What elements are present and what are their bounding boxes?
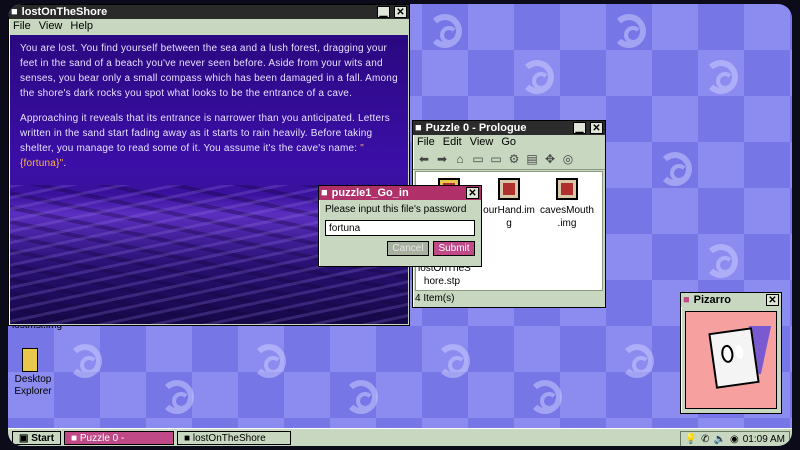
swirl-decoration (704, 244, 738, 278)
assistant-titlebar[interactable]: ■ Pizarro ✕ (681, 293, 781, 307)
close-button[interactable]: ✕ (466, 187, 479, 199)
menu-go[interactable]: Go (501, 136, 516, 148)
swirl-decoration (68, 344, 102, 378)
file-name: cavesMouth .img (540, 205, 594, 229)
properties-icon[interactable]: ▤ (525, 152, 539, 166)
story-window: ■ lostOnTheShore ▁ ✕ File View Help You … (8, 4, 410, 326)
folder-icon[interactable] (22, 348, 38, 372)
window-icon: ■ (415, 122, 422, 134)
file-item[interactable]: ourHand.im g (482, 178, 536, 230)
window-icon: ■ (11, 6, 18, 18)
window-icon: ■ (184, 433, 191, 444)
menu-file[interactable]: File (13, 20, 31, 32)
assistant-title: Pizarro (693, 294, 731, 306)
view-icon[interactable]: ✥ (543, 152, 557, 166)
image-file-icon (498, 178, 520, 200)
swirl-decoration (160, 380, 194, 414)
taskbar-item-puzzle[interactable]: ■ Puzzle 0 - Prologue (64, 431, 175, 445)
window-icon: ■ (683, 294, 690, 306)
settings-icon[interactable]: ⚙ (507, 152, 521, 166)
notepad-character (708, 327, 760, 389)
file-name: ourHand.im g (483, 205, 535, 229)
copy-icon[interactable]: ▭ (489, 152, 503, 166)
puzzle-titlebar[interactable]: ■ Puzzle 0 - Prologue ▁ ✕ (413, 121, 605, 135)
desktop-explorer-label[interactable]: Desktop Explorer (10, 374, 56, 398)
status-bar: 4 Item(s) (415, 293, 455, 304)
puzzle-title: Puzzle 0 - Prologue (425, 122, 527, 134)
minimize-button[interactable]: ▁ (377, 6, 390, 18)
story-text: You are lost. You find yourself between … (20, 41, 398, 181)
assistant-window: ■ Pizarro ✕ (680, 292, 782, 414)
forward-arrow-icon[interactable]: ➡ (435, 152, 449, 166)
taskbar-item-story[interactable]: ■ lostOnTheShore (177, 431, 292, 445)
cancel-button[interactable]: Cancel (387, 241, 429, 256)
swirl-decoration (436, 344, 470, 378)
phone-icon[interactable]: ✆ (701, 434, 709, 445)
taskbar: ▣ Start ■ Puzzle 0 - Prologue ■ lostOnTh… (8, 428, 792, 446)
swirl-decoration (658, 152, 692, 186)
story-paragraph-2-end: . (63, 158, 67, 169)
dialog-titlebar[interactable]: ■ puzzle1_Go_in ✕ (319, 186, 481, 200)
puzzle-toolbar: ⬅ ➡ ⌂ ▭ ▭ ⚙ ▤ ✥ ◎ (413, 149, 605, 170)
volume-icon[interactable]: 🔈 (714, 434, 726, 445)
assistant-character[interactable] (685, 311, 777, 409)
file-item[interactable]: cavesMouth .img (540, 178, 594, 230)
swirl-decoration (428, 14, 462, 48)
back-arrow-icon[interactable]: ⬅ (417, 152, 431, 166)
window-icon: ■ (321, 187, 328, 199)
cut-icon[interactable]: ▭ (471, 152, 485, 166)
menu-view[interactable]: View (39, 20, 63, 32)
story-titlebar[interactable]: ■ lostOnTheShore ▁ ✕ (9, 5, 409, 19)
submit-button[interactable]: Submit (433, 241, 475, 256)
menu-file[interactable]: File (417, 136, 435, 148)
close-button[interactable]: ✕ (766, 294, 779, 306)
swirl-decoration (620, 344, 654, 378)
up-folder-icon[interactable]: ⌂ (453, 152, 467, 166)
swirl-decoration (612, 14, 646, 48)
system-tray: 💡 ✆ 🔈 ◉ 01:09 AM (679, 431, 790, 446)
image-file-icon (556, 178, 578, 200)
start-icon: ▣ (19, 433, 29, 444)
swirl-decoration (520, 60, 554, 94)
swirl-decoration (704, 60, 738, 94)
minimize-button[interactable]: ▁ (573, 122, 586, 134)
dialog-prompt: Please input this file's password (325, 204, 467, 215)
desktop: lostmsl.img Desktop Explorer ■ lostOnThe… (8, 4, 792, 446)
close-button[interactable]: ✕ (590, 122, 603, 134)
taskbar-item-label: lostOnTheShore (192, 433, 266, 444)
puzzle-menubar: File Edit View Go (413, 135, 605, 149)
network-icon[interactable]: ◉ (730, 434, 739, 445)
start-button[interactable]: ▣ Start (12, 431, 62, 445)
close-button[interactable]: ✕ (394, 6, 407, 18)
story-paragraph-2-text: Approaching it reveals that its entrance… (20, 113, 390, 154)
start-label: Start (31, 433, 55, 444)
swirl-decoration (252, 344, 286, 378)
dialog-title: puzzle1_Go_in (331, 187, 409, 199)
menu-view[interactable]: View (470, 136, 494, 148)
menu-edit[interactable]: Edit (443, 136, 462, 148)
story-paragraph-1: You are lost. You find yourself between … (20, 43, 398, 99)
swirl-decoration (528, 380, 562, 414)
story-paragraph-2: Approaching it reveals that its entrance… (20, 111, 398, 171)
story-title: lostOnTheShore (21, 6, 108, 18)
story-menubar: File View Help (9, 19, 409, 33)
taskbar-item-label: Puzzle 0 - Prologue (79, 433, 125, 444)
menu-help[interactable]: Help (70, 20, 93, 32)
story-scene: You are lost. You find yourself between … (10, 35, 408, 324)
clock: 01:09 AM (742, 433, 785, 445)
refresh-icon[interactable]: ◎ (561, 152, 575, 166)
window-icon: ■ (71, 433, 78, 444)
swirl-decoration (344, 380, 378, 414)
password-dialog: ■ puzzle1_Go_in ✕ Please input this file… (318, 185, 482, 267)
password-input[interactable] (325, 220, 475, 236)
lightbulb-icon[interactable]: 💡 (685, 434, 697, 445)
